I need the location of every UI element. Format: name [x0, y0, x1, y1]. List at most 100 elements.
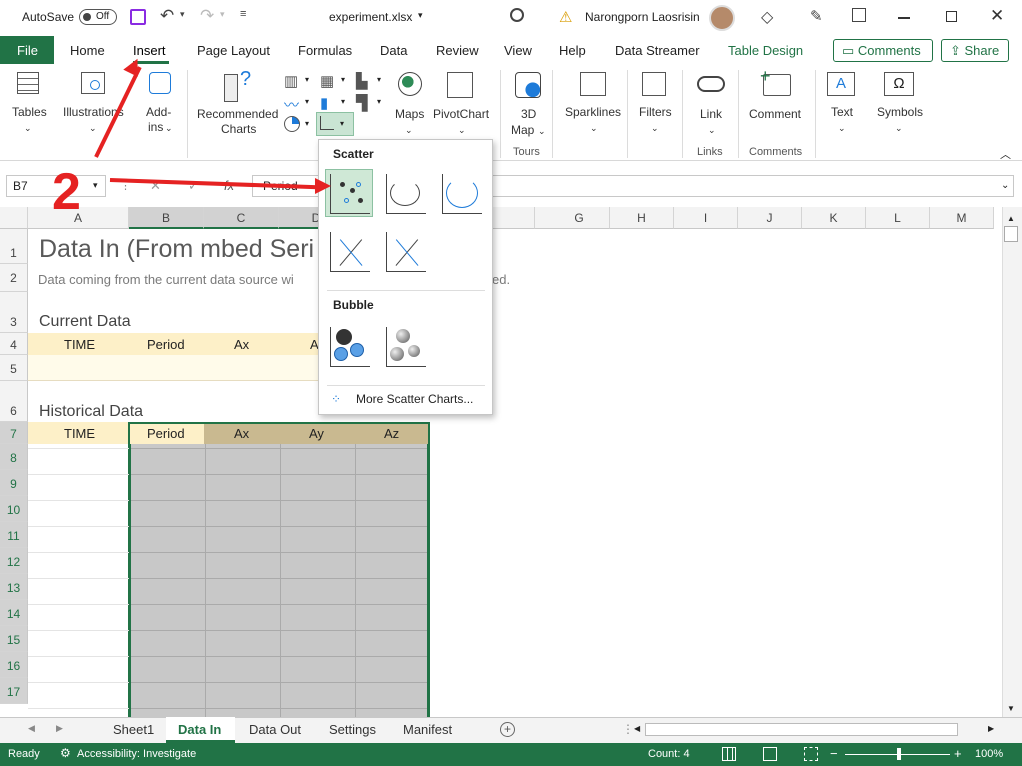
file-name[interactable]: experiment.xlsx: [329, 10, 412, 24]
tab-formulas[interactable]: Formulas: [298, 43, 352, 58]
sheet-subtitle[interactable]: Data coming from the current data source…: [38, 272, 294, 287]
share-button[interactable]: ⇪ Share: [941, 39, 1009, 62]
collapse-ribbon-icon[interactable]: ︿: [1000, 146, 1011, 162]
avatar[interactable]: [709, 5, 735, 31]
row-header[interactable]: 6: [0, 381, 28, 422]
row-header[interactable]: 2: [0, 264, 28, 292]
ribbon-display-icon[interactable]: [852, 8, 866, 22]
tab-help[interactable]: Help: [559, 43, 586, 58]
row-header[interactable]: 4: [0, 333, 28, 355]
pivotchart-icon[interactable]: [447, 72, 473, 98]
addins-button-line2[interactable]: ins: [148, 120, 163, 135]
pie-chart-icon[interactable]: [284, 116, 300, 132]
column-chart-icon[interactable]: ▥: [284, 72, 298, 90]
link-chevron-icon[interactable]: ⌄: [708, 123, 716, 138]
row-header[interactable]: 13: [0, 574, 28, 600]
autosave-toggle[interactable]: Off: [79, 9, 117, 25]
pivotchart-chevron-icon[interactable]: ⌄: [458, 123, 466, 138]
addins-icon[interactable]: [149, 72, 171, 94]
hierarchy-chart-dropdown-icon[interactable]: ▾: [341, 75, 345, 84]
zoom-in-icon[interactable]: +: [954, 746, 962, 761]
row-header[interactable]: 15: [0, 626, 28, 652]
maps-icon[interactable]: [398, 72, 422, 96]
tab-page-layout[interactable]: Page Layout: [197, 43, 270, 58]
customize-qat-icon[interactable]: ≡: [240, 8, 246, 20]
save-icon[interactable]: [130, 9, 146, 25]
add-sheet-icon[interactable]: +: [500, 722, 515, 737]
filters-button[interactable]: Filters: [639, 105, 672, 120]
text-icon[interactable]: A: [827, 72, 855, 96]
header-ax[interactable]: Ax: [234, 337, 249, 352]
user-name[interactable]: Narongporn Laosrisin: [585, 10, 700, 24]
scroll-up-icon[interactable]: ▲: [1007, 214, 1015, 223]
hierarchy-chart-icon[interactable]: ▦: [320, 72, 334, 90]
minimize-icon[interactable]: [898, 17, 910, 19]
sheet-tab-data-out[interactable]: Data Out: [249, 722, 301, 737]
tables-button[interactable]: Tables: [12, 105, 47, 120]
3d-map-icon[interactable]: [515, 72, 541, 98]
text-chevron-icon[interactable]: ⌄: [838, 121, 846, 136]
time-column-body[interactable]: [28, 444, 129, 717]
sparklines-icon[interactable]: [580, 72, 606, 96]
filters-icon[interactable]: [642, 72, 666, 96]
combo-chart-dropdown-icon[interactable]: ▾: [377, 97, 381, 106]
page-break-view-icon[interactable]: [804, 747, 818, 761]
normal-view-icon[interactable]: [722, 747, 736, 761]
waterfall-chart-icon[interactable]: ▙: [356, 72, 368, 90]
column-header[interactable]: K: [802, 207, 866, 229]
3d-map-chevron-icon[interactable]: ⌄: [538, 124, 546, 139]
tab-data[interactable]: Data: [380, 43, 407, 58]
bubble-3d-option[interactable]: [381, 322, 429, 370]
row-header[interactable]: 11: [0, 522, 28, 548]
undo-dropdown-icon[interactable]: ▾: [180, 9, 185, 20]
scatter-straight-lines-option[interactable]: [381, 227, 429, 275]
waterfall-chart-dropdown-icon[interactable]: ▾: [377, 75, 381, 84]
link-icon[interactable]: [697, 76, 725, 92]
undo-icon[interactable]: ↶: [160, 6, 174, 26]
row-header[interactable]: 7: [0, 422, 28, 444]
namebox-dropdown-icon[interactable]: ▾: [93, 180, 98, 191]
close-icon[interactable]: ✕: [990, 6, 1004, 26]
header-time[interactable]: TIME: [64, 337, 95, 352]
row-header[interactable]: 10: [0, 496, 28, 522]
column-header[interactable]: C: [204, 207, 279, 229]
tab-review[interactable]: Review: [436, 43, 479, 58]
recommended-charts-icon[interactable]: [224, 74, 238, 102]
sheet-title[interactable]: Data In (From mbed Seri: [39, 235, 314, 264]
tab-home[interactable]: Home: [70, 43, 105, 58]
sparklines-chevron-icon[interactable]: ⌄: [590, 121, 598, 136]
sparklines-button[interactable]: Sparklines: [565, 105, 621, 120]
expand-formula-icon[interactable]: ⌄: [1001, 180, 1009, 191]
prev-sheet-icon[interactable]: ◀: [28, 723, 35, 734]
bubble-option[interactable]: [325, 322, 373, 370]
tab-table-design[interactable]: Table Design: [728, 43, 803, 58]
header-period[interactable]: Period: [147, 337, 185, 352]
zoom-out-icon[interactable]: −: [830, 746, 838, 761]
sheet-tab-manifest[interactable]: Manifest: [403, 722, 452, 737]
maps-button[interactable]: Maps: [395, 107, 424, 122]
tab-view[interactable]: View: [504, 43, 532, 58]
column-header[interactable]: G: [535, 207, 610, 229]
accessibility-status[interactable]: Accessibility: Investigate: [77, 748, 196, 760]
addins-chevron-icon[interactable]: ⌄: [165, 121, 173, 136]
scatter-markers-option[interactable]: [325, 169, 373, 217]
scatter-smooth-markers-option[interactable]: [381, 169, 429, 217]
page-layout-view-icon[interactable]: [763, 747, 777, 761]
3d-map-button-line2[interactable]: Map: [511, 123, 534, 138]
select-all[interactable]: [0, 207, 28, 229]
horizontal-scrollbar[interactable]: [645, 723, 958, 736]
3d-map-button[interactable]: 3D: [521, 107, 536, 122]
accessibility-icon[interactable]: ⚙: [60, 746, 71, 760]
column-header[interactable]: I: [674, 207, 738, 229]
addins-button[interactable]: Add-: [146, 105, 171, 120]
sheet-tab-settings[interactable]: Settings: [329, 722, 376, 737]
column-header[interactable]: H: [610, 207, 674, 229]
comment-button[interactable]: Comment: [749, 107, 801, 122]
hscroll-right-icon[interactable]: ▶: [988, 724, 994, 733]
sheet-tab-data-in[interactable]: Data In: [178, 722, 221, 737]
row-header[interactable]: 16: [0, 652, 28, 678]
tab-split-handle-icon[interactable]: ⋮: [622, 722, 634, 736]
filename-chevron-icon[interactable]: ▾: [418, 10, 423, 21]
search-icon[interactable]: [510, 8, 524, 22]
illustrations-chevron-icon[interactable]: ⌄: [89, 121, 97, 136]
